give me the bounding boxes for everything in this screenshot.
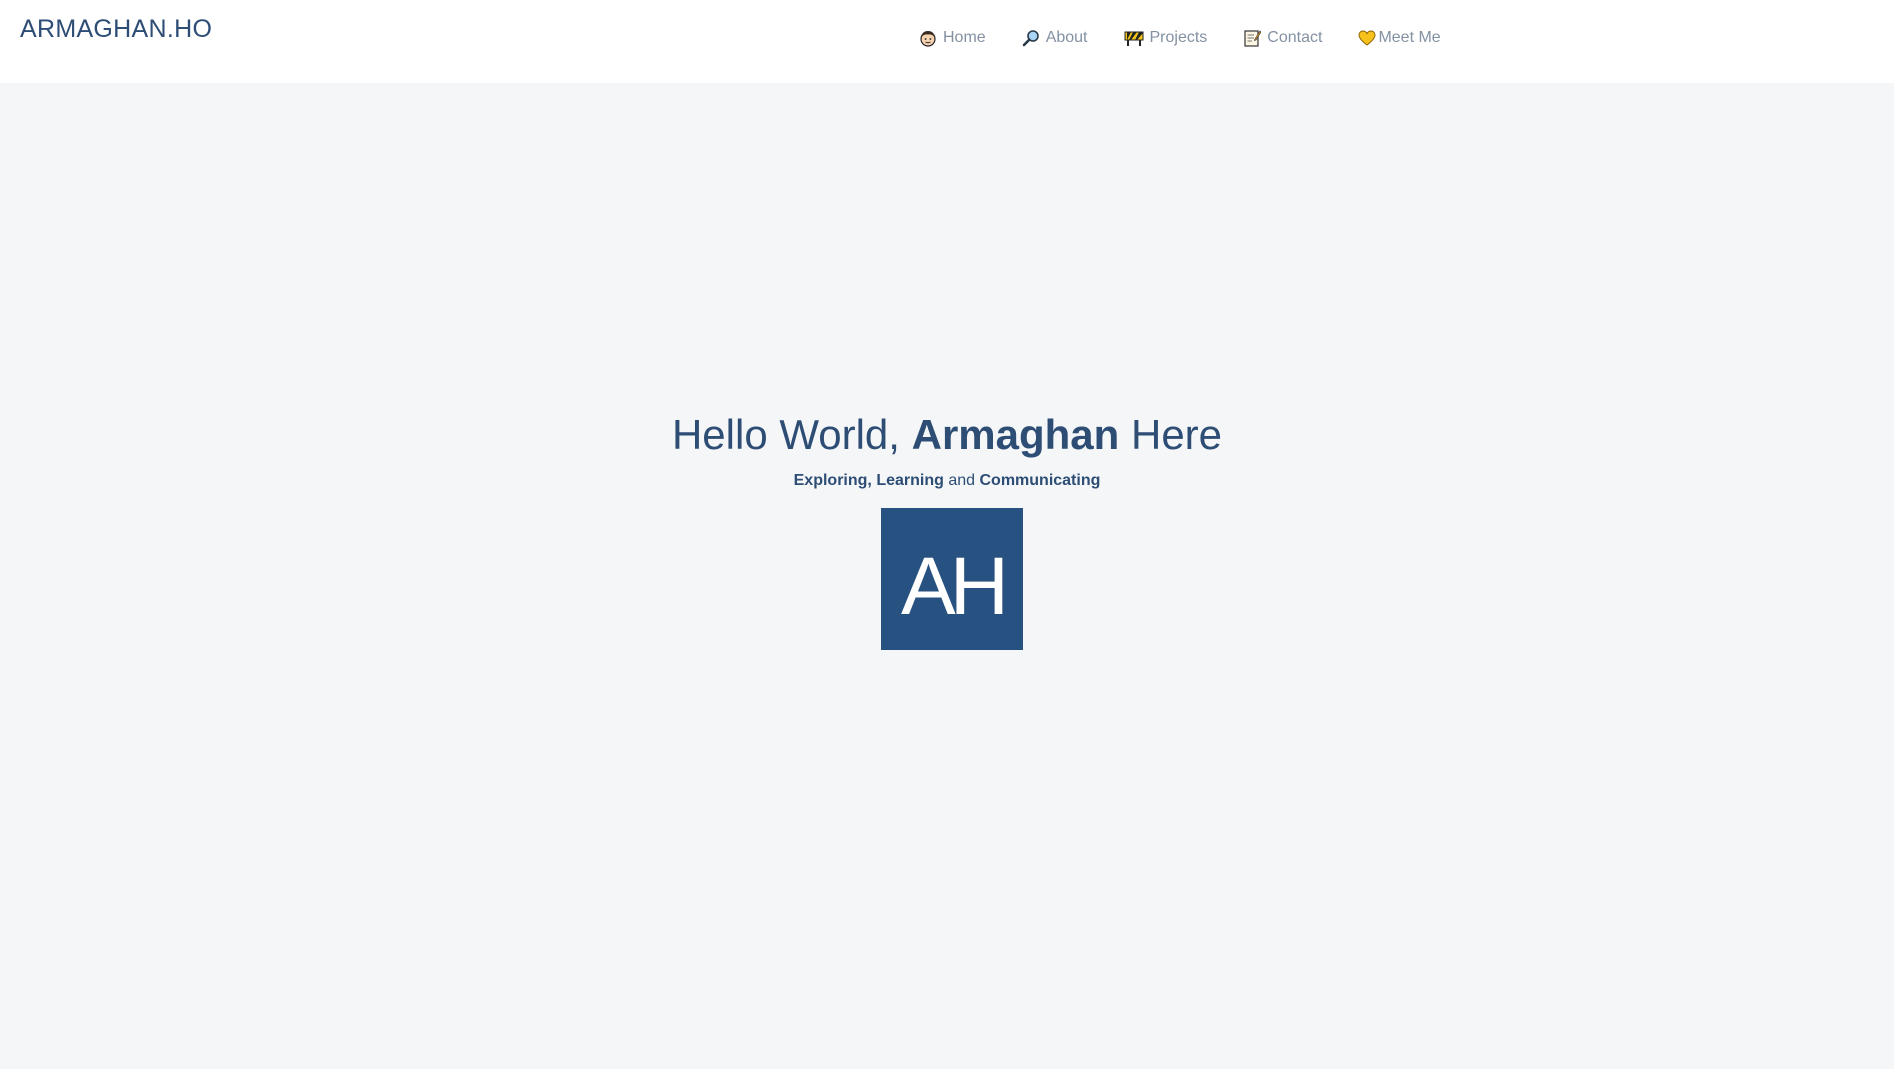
yellow-heart-icon (1358, 30, 1376, 46)
nav-item-projects[interactable]: Projects (1124, 26, 1208, 50)
nav-item-home[interactable]: Home (919, 26, 986, 50)
nav-menu: Home About Projects Contact Meet Me (919, 26, 1477, 50)
nav-label-home: Home (943, 29, 986, 46)
tagline-exploring: Exploring, (793, 472, 872, 489)
construction-barrier-icon (1124, 31, 1143, 46)
hero-title: Hello World, Armaghan Here (0, 410, 1894, 460)
nav-label-about: About (1045, 29, 1088, 46)
tagline-communicating: Communicating (979, 472, 1101, 489)
person-face-icon (920, 31, 936, 47)
tagline-and: and (948, 472, 976, 489)
ah-logo-graphic: AH (901, 541, 1009, 632)
memo-icon (1244, 30, 1262, 47)
hero-title-name: Armaghan (911, 411, 1120, 458)
ah-logo: AH (881, 508, 1023, 650)
navbar: ARMAGHAN.HO Home About Projects Contact … (0, 0, 1894, 83)
nav-item-about[interactable]: About (1022, 26, 1088, 50)
nav-label-projects: Projects (1149, 29, 1208, 46)
magnifying-glass-icon (1022, 30, 1039, 47)
nav-item-contact[interactable]: Contact (1243, 26, 1322, 50)
hero-tagline: Exploring, Learning and Communicating (0, 470, 1894, 492)
nav-item-meet-me[interactable]: Meet Me (1358, 26, 1441, 50)
nav-label-contact: Contact (1267, 29, 1323, 46)
ah-logo-text: AH (901, 541, 1003, 632)
hero-title-prefix: Hello World, (671, 411, 912, 458)
tagline-learning: Learning (876, 472, 944, 489)
hero-title-suffix: Here (1119, 411, 1223, 458)
nav-label-meet-me: Meet Me (1378, 29, 1441, 46)
brand-logo-link[interactable]: ARMAGHAN.HO (20, 14, 212, 44)
